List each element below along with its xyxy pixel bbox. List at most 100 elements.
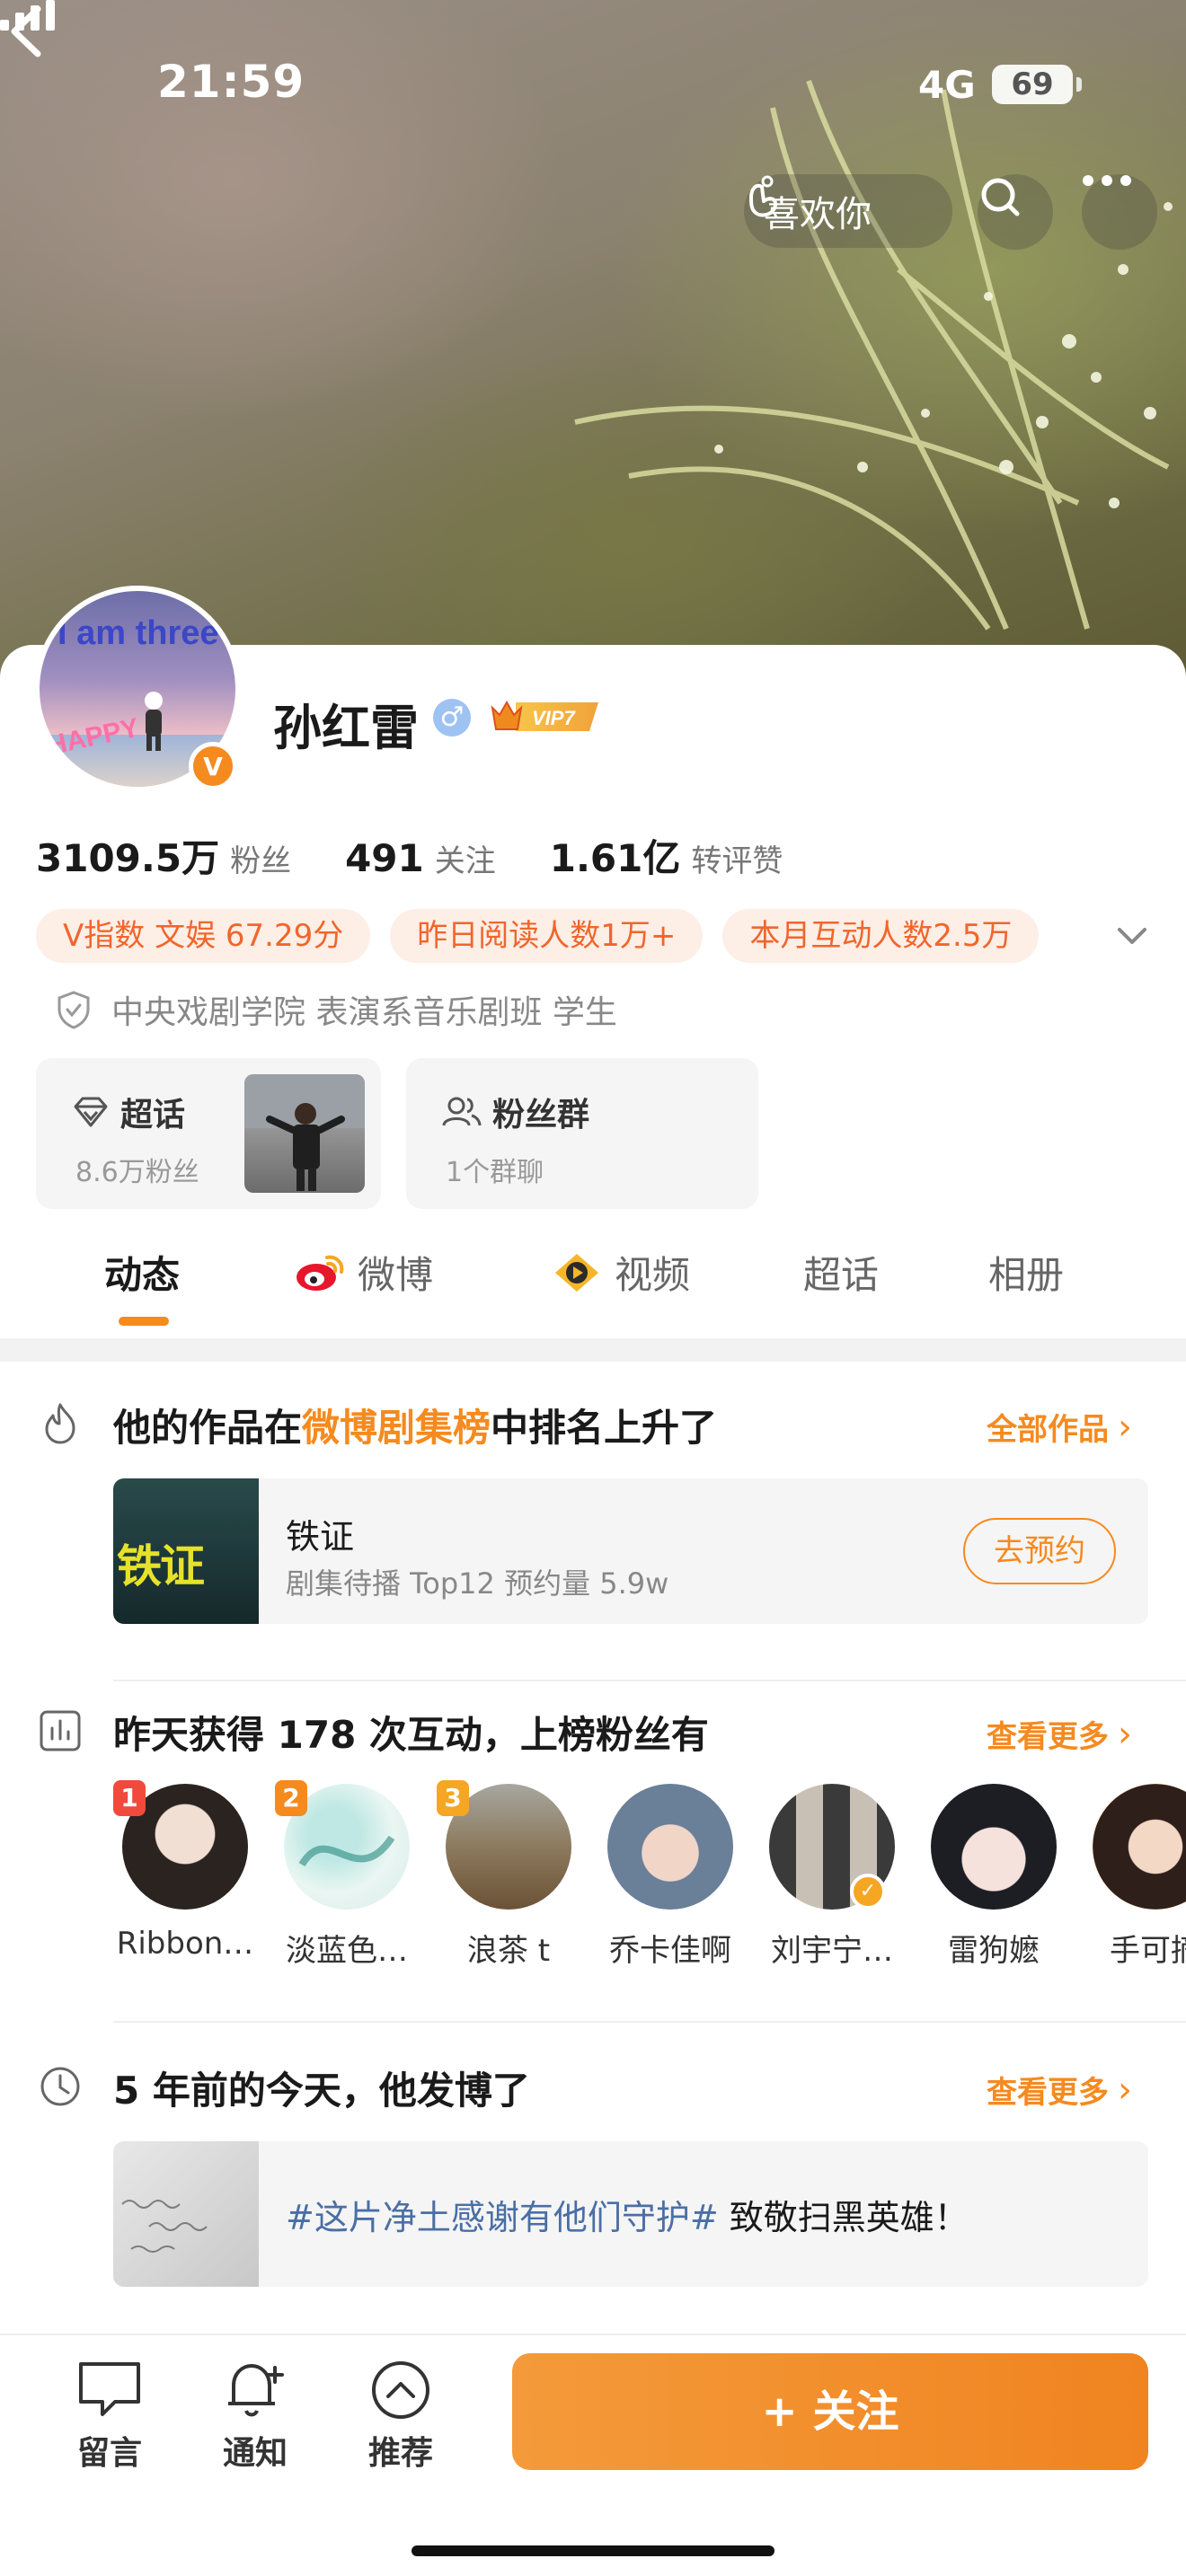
top-fans-list: 1 Ribbon… 2 淡蓝色… 3 浪茶 t 乔卡佳啊 ✓ 刘宇宁… 雷狗嬷 … (113, 1780, 1186, 1981)
more-button[interactable] (1082, 174, 1157, 250)
recommend-button[interactable]: 推荐 (356, 2359, 446, 2474)
fan-name: 淡蓝色… (286, 1933, 408, 1969)
chevron-right-icon: › (1118, 1713, 1132, 1755)
network-type: 4G (918, 63, 976, 107)
past-post-topic[interactable]: #这片净土感谢有他们守护# (286, 2198, 719, 2237)
metric-chips: V指数 文娱 67.29分 昨日阅读人数1万+ 本月互动人数2.5万 (36, 909, 1058, 963)
tab-weibo[interactable]: 微博 (295, 1245, 433, 1300)
avatar-figure (145, 692, 163, 751)
tab-video[interactable]: 视频 (552, 1245, 690, 1300)
chevron-up-circle-icon (372, 2361, 429, 2419)
work-poster-title: 铁证 (117, 1541, 205, 1592)
supertopic-label: 超话 (120, 1097, 186, 1134)
fan-item[interactable]: 2 淡蓝色… (275, 1780, 419, 1970)
tab-feed-label: 动态 (104, 1253, 181, 1297)
fans-more-link[interactable]: 查看更多 › (987, 1712, 1132, 1756)
fan-group-count: 1个群聊 (446, 1157, 544, 1188)
fan-group-title: 粉丝群 (442, 1089, 589, 1135)
search-button[interactable] (978, 174, 1053, 250)
avatar-text-top: I am three (58, 614, 219, 652)
fan-group-label: 粉丝群 (492, 1097, 590, 1134)
vip-badge[interactable]: VIP7 (489, 695, 602, 737)
follow-button[interactable]: + 关注 (512, 2353, 1148, 2470)
male-gender-icon: ♂ (433, 699, 471, 737)
fan-name: 乔卡佳啊 (609, 1933, 731, 1969)
fan-avatar (931, 1784, 1057, 1910)
fan-name: 手可摘 (1110, 1933, 1186, 1969)
status-time: 21:59 (157, 56, 305, 108)
fans-count[interactable]: 3109.5万 (36, 828, 219, 883)
interaction-chip[interactable]: 本月互动人数2.5万 (722, 909, 1040, 963)
ranking-title-highlight[interactable]: 微博剧集榜 (302, 1406, 491, 1450)
following-label[interactable]: 关注 (435, 836, 496, 880)
active-tab-indicator (119, 1317, 169, 1326)
past-title: 5 年前的今天，他发博了 (113, 2069, 530, 2113)
supertopic-tile[interactable]: 超话 8.6万粉丝 (36, 1058, 381, 1209)
past-post-card[interactable]: #这片净土感谢有他们守护# 致敬扫黑英雄！ (113, 2141, 1148, 2287)
like-you-button[interactable]: 喜欢你 (744, 174, 952, 248)
tab-supertopic[interactable]: 超话 (803, 1245, 879, 1300)
message-button[interactable]: 留言 (65, 2359, 155, 2474)
fan-item[interactable]: 3 浪茶 t (437, 1780, 580, 1970)
readers-chip[interactable]: 昨日阅读人数1万+ (390, 909, 704, 963)
fan-rank-badge: 3 (437, 1780, 469, 1816)
section-divider (0, 1338, 1186, 1362)
fan-item[interactable]: 雷狗嬷 (922, 1784, 1066, 1970)
past-post-body: 致敬扫黑英雄！ (718, 2198, 969, 2237)
reposts-likes-count: 1.61亿 (549, 836, 681, 880)
fan-name: 雷狗嬷 (948, 1933, 1040, 1969)
fan-group-tile[interactable]: 粉丝群 1个群聊 (406, 1058, 758, 1209)
reserve-button[interactable]: 去预约 (963, 1518, 1116, 1584)
past-more-label: 查看更多 (987, 2075, 1109, 2111)
diamond-icon (74, 1097, 108, 1127)
clock-icon (40, 2067, 80, 2106)
bottom-action-bar: 留言 通知 推荐 + 关注 (0, 2333, 1186, 2576)
shield-check-icon (58, 991, 90, 1029)
all-works-link[interactable]: 全部作品 › (987, 1405, 1132, 1449)
fan-item[interactable]: ✓ 刘宇宁… (760, 1784, 904, 1970)
message-icon (79, 2362, 140, 2416)
battery-indicator: 69 (992, 65, 1082, 104)
ranking-title-prefix: 他的作品在 (113, 1406, 303, 1450)
fans-more-label: 查看更多 (987, 1719, 1109, 1755)
group-icon (442, 1097, 482, 1126)
fan-name: Ribbon… (116, 1926, 254, 1962)
notify-button[interactable]: 通知 (210, 2359, 300, 2474)
fan-name: 刘宇宁… (771, 1933, 893, 1969)
fan-rank-badge: 2 (275, 1780, 307, 1816)
fan-item[interactable]: 1 Ribbon… (113, 1780, 257, 1962)
work-stats: 剧集待播 Top12 预约量 5.9w (286, 1566, 669, 1601)
following-count[interactable]: 491 (345, 836, 424, 880)
section-separator (113, 1680, 1186, 1681)
chevron-right-icon: › (1118, 1406, 1132, 1448)
tab-video-label: 视频 (615, 1253, 691, 1297)
notify-label: 通知 (222, 2435, 288, 2472)
fan-item[interactable]: 手可摘 (1084, 1784, 1186, 1970)
tab-feed[interactable]: 动态 (104, 1245, 180, 1300)
v-index-chip[interactable]: V指数 文娱 67.29分 (36, 909, 371, 963)
chevron-down-icon[interactable] (1112, 916, 1152, 956)
fans-label[interactable]: 粉丝 (230, 836, 291, 880)
bar-chart-icon (40, 1710, 81, 1751)
fan-name: 浪茶 t (466, 1933, 551, 1969)
weibo-icon (296, 1255, 344, 1291)
video-icon (555, 1253, 598, 1292)
education-text: 中央戏剧学院 表演系音乐剧班 学生 (111, 994, 617, 1031)
verified-badge: ✓ (850, 1874, 886, 1910)
back-icon[interactable] (0, 0, 54, 63)
past-more-link[interactable]: 查看更多 › (987, 2068, 1132, 2112)
search-icon (981, 178, 1020, 216)
tab-supertopic-label: 超话 (803, 1253, 880, 1297)
tab-album-label: 相册 (988, 1253, 1065, 1297)
chevron-right-icon: › (1118, 2069, 1132, 2111)
tab-album[interactable]: 相册 (988, 1245, 1064, 1300)
work-card[interactable]: 铁证 铁证 剧集待播 Top12 预约量 5.9w 去预约 (113, 1478, 1148, 1624)
tab-weibo-label: 微博 (358, 1253, 434, 1297)
profile-banner: 21:59 4G 69 喜欢你 (0, 0, 1186, 683)
work-name: 铁证 (286, 1517, 355, 1557)
profile-tabs: 动态 微博 视频 超话 相册 (0, 1245, 1186, 1335)
more-dots-icon (1083, 175, 1131, 186)
fan-item[interactable]: 乔卡佳啊 (598, 1784, 742, 1970)
fans-title: 昨天获得 178 次互动，上榜粉丝有 (113, 1713, 709, 1757)
reposts-likes-label: 转评赞 (691, 843, 783, 879)
